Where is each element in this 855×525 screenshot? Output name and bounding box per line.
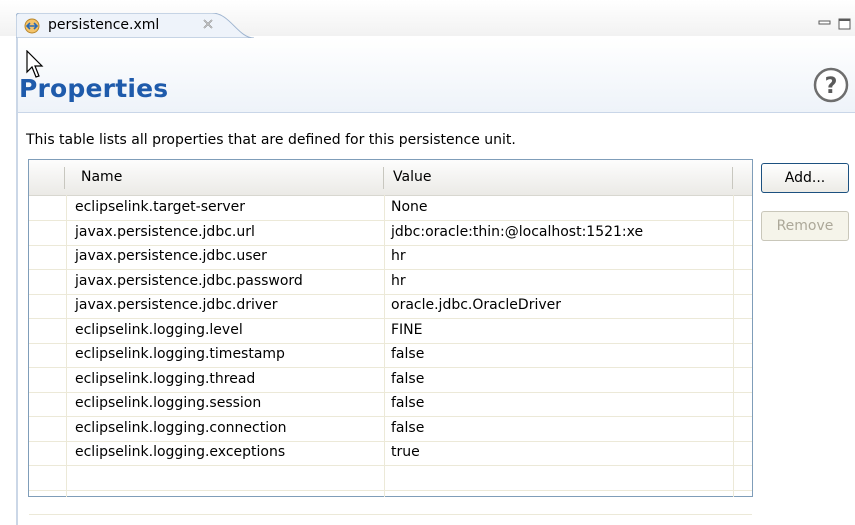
property-value-cell: hr xyxy=(391,248,406,264)
property-name-cell: eclipselink.logging.timestamp xyxy=(75,346,285,362)
table-row[interactable]: javax.persistence.jdbc.password hr xyxy=(29,270,752,295)
close-icon[interactable] xyxy=(200,16,216,32)
property-value-cell: hr xyxy=(391,272,406,289)
property-name-cell: eclipselink.logging.level xyxy=(75,321,243,338)
property-name-cell: eclipselink.logging.exceptions xyxy=(75,444,286,460)
property-name-cell: eclipselink.logging.thread xyxy=(75,370,256,387)
column-separator[interactable] xyxy=(383,167,384,189)
table-row[interactable]: eclipselink.logging.exceptions true xyxy=(29,441,752,466)
property-value-cell: false xyxy=(391,346,425,362)
property-name-cell: javax.persistence.jdbc.driver xyxy=(75,297,278,313)
property-name-cell: eclipselink.logging.connection xyxy=(75,419,287,436)
property-value-cell: false xyxy=(391,419,425,436)
table-row[interactable]: eclipselink.logging.level FINE xyxy=(29,319,752,344)
table-description: This table lists all properties that are… xyxy=(26,132,516,148)
property-name-cell: javax.persistence.jdbc.password xyxy=(75,272,303,289)
add-button[interactable]: Add... xyxy=(761,163,849,193)
help-icon[interactable]: ? xyxy=(813,67,849,103)
table-header: Name Value xyxy=(29,160,752,196)
table-row[interactable]: eclipselink.logging.session false xyxy=(29,392,752,417)
column-header-value[interactable]: Value xyxy=(393,169,431,185)
table-row[interactable] xyxy=(29,466,752,491)
minimize-icon[interactable] xyxy=(818,18,832,30)
property-value-cell: jdbc:oracle:thin:@localhost:1521:xe xyxy=(391,223,644,240)
property-name-cell: eclipselink.logging.session xyxy=(75,395,262,411)
property-value-cell: FINE xyxy=(391,321,423,338)
svg-text:?: ? xyxy=(825,74,838,99)
table-row[interactable]: eclipselink.logging.connection false xyxy=(29,417,752,442)
table-row[interactable]: eclipselink.logging.timestamp false xyxy=(29,343,752,368)
column-separator[interactable] xyxy=(732,167,733,189)
property-name-cell: javax.persistence.jdbc.url xyxy=(75,223,255,240)
table-row[interactable] xyxy=(29,490,752,515)
header-divider xyxy=(18,112,855,113)
property-value-cell: None xyxy=(391,199,428,215)
editor-tab-bar: persistence.xml xyxy=(0,0,855,39)
xml-file-icon xyxy=(24,18,40,34)
property-value-cell: false xyxy=(391,395,425,411)
property-name-cell: eclipselink.target-server xyxy=(75,199,246,215)
remove-button[interactable]: Remove xyxy=(761,211,849,241)
mouse-pointer-icon xyxy=(26,49,48,80)
property-value-cell: oracle.jdbc.OracleDriver xyxy=(391,297,561,313)
table-row[interactable]: eclipselink.target-server None xyxy=(29,196,752,221)
table-row[interactable]: javax.persistence.jdbc.user hr xyxy=(29,245,752,270)
column-separator[interactable] xyxy=(64,167,65,189)
property-name-cell: javax.persistence.jdbc.user xyxy=(75,248,267,264)
table-row[interactable]: javax.persistence.jdbc.url jdbc:oracle:th… xyxy=(29,221,752,246)
table-row[interactable]: javax.persistence.jdbc.driver oracle.jdbc… xyxy=(29,294,752,319)
editor-tab-persistence-xml[interactable]: persistence.xml xyxy=(16,13,254,39)
table-row[interactable]: eclipselink.logging.thread false xyxy=(29,368,752,393)
property-value-cell: false xyxy=(391,370,425,387)
properties-table[interactable]: Name Value eclipselink.target-server None… xyxy=(28,159,753,515)
maximize-icon[interactable] xyxy=(838,18,852,30)
editor-tab-label: persistence.xml xyxy=(48,17,160,33)
property-value-cell: true xyxy=(391,444,420,460)
column-header-name[interactable]: Name xyxy=(81,169,122,185)
